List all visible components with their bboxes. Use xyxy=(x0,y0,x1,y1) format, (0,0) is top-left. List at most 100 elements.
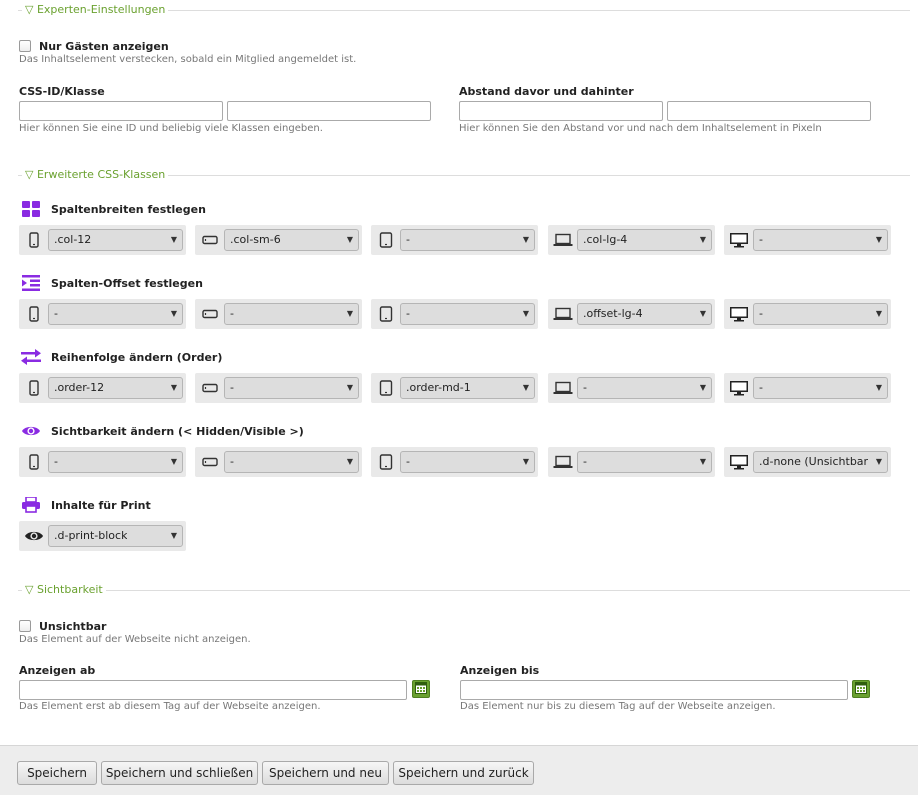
phone-landscape-icon xyxy=(199,379,221,397)
print-title: Inhalte für Print xyxy=(51,498,151,512)
column-offset-header: Spalten-Offset festlegen xyxy=(21,274,203,292)
chevron-down-icon: ▼ xyxy=(875,457,882,466)
print-select-field[interactable]: .d-print-block ▼ xyxy=(48,525,183,547)
guests-only-checkbox[interactable] xyxy=(19,40,31,52)
save-close-button[interactable]: Speichern und schließen xyxy=(101,761,258,785)
show-from-input[interactable] xyxy=(19,680,407,700)
css-class-input[interactable] xyxy=(227,101,431,121)
indent-icon xyxy=(21,275,41,291)
order-select-xs: .order-12 ▼ xyxy=(19,373,186,403)
column-offset-select-sm-field[interactable]: - ▼ xyxy=(224,303,359,325)
column-offset-select-md-field[interactable]: - ▼ xyxy=(400,303,535,325)
section-toggle-expert[interactable]: ▽ Experten-Einstellungen xyxy=(22,3,169,17)
order-header: Reihenfolge ändern (Order) xyxy=(21,348,222,366)
visibility-select-lg: - ▼ xyxy=(548,447,715,477)
chevron-down-icon: ▼ xyxy=(346,457,353,466)
column-width-select-xl-field[interactable]: - ▼ xyxy=(753,229,888,251)
guests-only-help: Das Inhaltselement verstecken, sobald ei… xyxy=(19,54,357,65)
section-toggle-css-classes[interactable]: ▽ Erweiterte CSS-Klassen xyxy=(22,168,169,182)
order-select-sm-field[interactable]: - ▼ xyxy=(224,377,359,399)
invisible-label[interactable]: Unsichtbar xyxy=(39,620,106,633)
show-from-calendar-button[interactable] xyxy=(412,680,430,698)
desktop-icon xyxy=(728,379,750,397)
section-legend-visibility[interactable]: ▽ Sichtbarkeit xyxy=(18,583,910,597)
order-select-xl-field[interactable]: - ▼ xyxy=(753,377,888,399)
invisible-help: Das Element auf der Webseite nicht anzei… xyxy=(19,634,251,645)
order-select-md: .order-md-1 ▼ xyxy=(371,373,538,403)
show-until-label: Anzeigen bis xyxy=(460,664,540,677)
calendar-icon xyxy=(415,681,427,697)
laptop-icon xyxy=(552,379,574,397)
column-offset-select-xs-field[interactable]: - ▼ xyxy=(48,303,183,325)
chevron-down-icon: ▼ xyxy=(699,235,706,244)
chevron-down-icon: ▼ xyxy=(699,457,706,466)
chevron-down-icon: ▼ xyxy=(170,309,177,318)
tablet-icon xyxy=(375,379,397,397)
chevron-down-icon: ▼ xyxy=(875,235,882,244)
spacing-help: Hier können Sie den Abstand vor und nach… xyxy=(459,123,822,134)
css-id-input[interactable] xyxy=(19,101,223,121)
section-toggle-visibility[interactable]: ▽ Sichtbarkeit xyxy=(22,583,106,597)
laptop-icon xyxy=(552,453,574,471)
css-id-help: Hier können Sie eine ID und beliebig vie… xyxy=(19,123,323,134)
calendar-icon xyxy=(855,681,867,697)
column-width-select-sm-field[interactable]: .col-sm-6 ▼ xyxy=(224,229,359,251)
visibility-select-lg-field[interactable]: - ▼ xyxy=(577,451,712,473)
visibility-select-md: - ▼ xyxy=(371,447,538,477)
section-legend-expert[interactable]: ▽ Experten-Einstellungen xyxy=(18,3,910,17)
column-offset-select-md: - ▼ xyxy=(371,299,538,329)
chevron-down-icon: ▼ xyxy=(522,383,529,392)
column-offset-select-sm: - ▼ xyxy=(195,299,362,329)
phone-icon xyxy=(23,231,45,249)
desktop-icon xyxy=(728,305,750,323)
chevron-down-icon: ▼ xyxy=(346,235,353,244)
guests-only-label[interactable]: Nur Gästen anzeigen xyxy=(39,40,169,53)
order-select-lg: - ▼ xyxy=(548,373,715,403)
spacing-after-input[interactable] xyxy=(667,101,871,121)
desktop-icon xyxy=(728,453,750,471)
save-back-button[interactable]: Speichern und zurück xyxy=(393,761,534,785)
phone-landscape-icon xyxy=(199,231,221,249)
chevron-down-icon: ▼ xyxy=(522,309,529,318)
invisible-checkbox[interactable] xyxy=(19,620,31,632)
column-width-select-xl: - ▼ xyxy=(724,225,891,255)
order-select-sm: - ▼ xyxy=(195,373,362,403)
visibility-select-xl-field[interactable]: .d-none (Unsichtbar ▼ xyxy=(753,451,888,473)
chevron-down-icon: ▼ xyxy=(346,309,353,318)
visibility-select-xs-field[interactable]: - ▼ xyxy=(48,451,183,473)
column-width-select-xs-field[interactable]: .col-12 ▼ xyxy=(48,229,183,251)
print-header: Inhalte für Print xyxy=(21,496,151,514)
visibility-select-sm-field[interactable]: - ▼ xyxy=(224,451,359,473)
visibility-select-md-field[interactable]: - ▼ xyxy=(400,451,535,473)
chevron-down-icon: ▼ xyxy=(346,383,353,392)
visibility-change-header: Sichtbarkeit ändern (< Hidden/Visible >) xyxy=(21,422,304,440)
save-new-button[interactable]: Speichern und neu xyxy=(262,761,389,785)
swap-icon xyxy=(21,349,41,365)
tablet-icon xyxy=(375,453,397,471)
order-title: Reihenfolge ändern (Order) xyxy=(51,350,223,364)
show-until-calendar-button[interactable] xyxy=(852,680,870,698)
column-offset-select-lg-field[interactable]: .offset-lg-4 ▼ xyxy=(577,303,712,325)
chevron-down-icon: ▼ xyxy=(699,383,706,392)
order-select-lg-field[interactable]: - ▼ xyxy=(577,377,712,399)
legend-line xyxy=(18,590,910,591)
css-id-label: CSS-ID/Klasse xyxy=(19,85,105,98)
column-offset-select-xl-field[interactable]: - ▼ xyxy=(753,303,888,325)
visibility-select-sm: - ▼ xyxy=(195,447,362,477)
order-select-md-field[interactable]: .order-md-1 ▼ xyxy=(400,377,535,399)
column-widths-header: Spaltenbreiten festlegen xyxy=(21,200,206,218)
column-width-select-md-field[interactable]: - ▼ xyxy=(400,229,535,251)
column-width-select-lg-field[interactable]: .col-lg-4 ▼ xyxy=(577,229,712,251)
column-widths-title: Spaltenbreiten festlegen xyxy=(51,202,206,216)
laptop-icon xyxy=(552,231,574,249)
show-until-input[interactable] xyxy=(460,680,848,700)
order-select-xl: - ▼ xyxy=(724,373,891,403)
save-button[interactable]: Speichern xyxy=(17,761,97,785)
phone-icon xyxy=(23,379,45,397)
spacing-before-input[interactable] xyxy=(459,101,663,121)
eye-icon xyxy=(23,527,45,545)
section-legend-css-classes[interactable]: ▽ Erweiterte CSS-Klassen xyxy=(18,168,910,182)
order-select-xs-field[interactable]: .order-12 ▼ xyxy=(48,377,183,399)
column-width-select-xs: .col-12 ▼ xyxy=(19,225,186,255)
invisible-row: Unsichtbar xyxy=(19,619,106,633)
